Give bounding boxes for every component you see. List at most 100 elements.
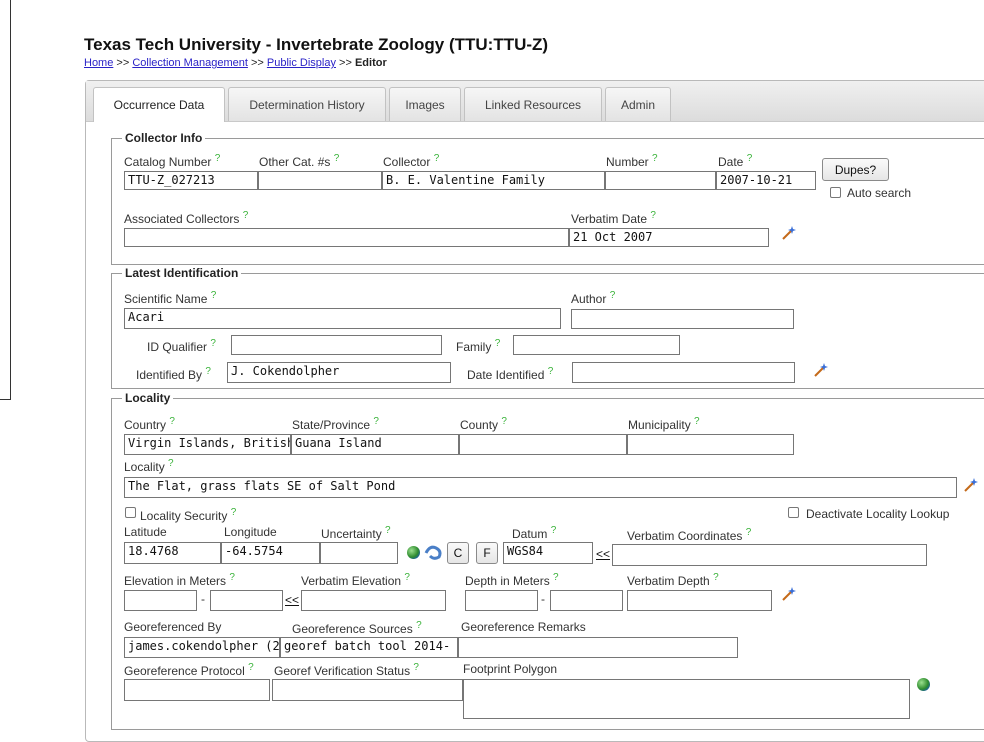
uncertainty-input[interactable] [320,542,398,564]
catalog-number-input[interactable]: TTU-Z_027213 [124,171,258,190]
georef-verification-input[interactable] [272,679,463,701]
tab-admin[interactable]: Admin [605,87,671,121]
georeference-remarks-input[interactable] [458,637,738,658]
verbatim-depth-input[interactable] [627,590,772,611]
locality-input[interactable]: The Flat, grass flats SE of Salt Pond [124,477,957,498]
auto-search-checkbox[interactable] [830,187,841,198]
magic-wand-icon[interactable] [962,477,978,493]
footprint-polygon-textarea[interactable] [463,679,910,719]
date-identified-input[interactable] [572,362,795,383]
date-label: Date ? [718,153,752,169]
help-icon[interactable]: ? [373,416,379,427]
help-icon[interactable]: ? [650,210,656,221]
deactivate-lookup-checkbox[interactable] [788,507,799,518]
help-icon[interactable]: ? [169,416,175,427]
copy-elevation-link[interactable]: << [285,593,299,607]
catalog-number-label: Catalog Number ? [124,153,220,169]
elevation-dash: - [201,592,205,606]
longitude-input[interactable]: -64.5754 [221,542,320,564]
state-province-input[interactable]: Guana Island [291,434,459,455]
label-text: Author [571,292,607,306]
dupes-button[interactable]: Dupes? [822,158,889,181]
help-icon[interactable]: ? [694,416,700,427]
verbatim-depth-label: Verbatim Depth ? [627,572,719,588]
number-input[interactable] [605,171,716,190]
collector-input[interactable]: B. E. Valentine Family [382,171,605,190]
elevation-min-input[interactable] [124,590,197,611]
breadcrumb-collection-management[interactable]: Collection Management [132,57,248,69]
locality-security-checkbox[interactable] [125,507,136,518]
verbatim-elevation-input[interactable] [301,590,446,611]
magic-wand-icon[interactable] [780,586,796,602]
geolocate-icon[interactable] [424,543,444,561]
help-icon[interactable]: ? [746,527,752,538]
globe-icon[interactable] [917,678,930,691]
help-icon[interactable]: ? [413,662,419,673]
identified-by-input[interactable]: J. Cokendolpher [227,362,451,383]
c-button[interactable]: C [447,542,469,564]
help-icon[interactable]: ? [205,366,211,377]
breadcrumb-public-display[interactable]: Public Display [267,57,336,69]
help-icon[interactable]: ? [248,662,254,673]
latitude-input[interactable]: 18.4768 [124,542,221,564]
help-icon[interactable]: ? [495,338,501,349]
author-label: Author ? [571,290,615,306]
municipality-input[interactable] [627,434,794,455]
help-icon[interactable]: ? [501,416,507,427]
help-icon[interactable]: ? [548,366,554,377]
help-icon[interactable]: ? [747,153,753,164]
tab-determination-history[interactable]: Determination History [228,87,386,121]
georeferenced-by-input[interactable]: james.cokendolpher (20 [124,637,280,658]
help-icon[interactable]: ? [231,507,237,518]
georef-verification-label: Georef Verification Status ? [274,662,419,678]
help-icon[interactable]: ? [551,525,557,536]
magic-wand-icon[interactable] [780,225,796,241]
help-icon[interactable]: ? [385,525,391,536]
tab-images[interactable]: Images [389,87,461,121]
breadcrumb: Home >> Collection Management >> Public … [84,57,387,69]
help-icon[interactable]: ? [652,153,658,164]
help-icon[interactable]: ? [434,153,440,164]
magic-wand-icon[interactable] [812,362,828,378]
county-input[interactable] [459,434,627,455]
help-icon[interactable]: ? [243,210,249,221]
depth-max-input[interactable] [550,590,623,611]
country-input[interactable]: Virgin Islands, British [124,434,291,455]
verbatim-coordinates-input[interactable] [612,544,927,566]
tab-occurrence-data[interactable]: Occurrence Data [93,87,225,122]
label-text: Collector [383,155,431,169]
georeference-protocol-input[interactable] [124,679,270,701]
help-icon[interactable]: ? [404,572,410,583]
datum-input[interactable]: WGS84 [503,542,593,564]
label-text: Scientific Name [124,292,208,306]
globe-icon[interactable] [407,546,420,559]
family-input[interactable] [513,335,680,355]
id-qualifier-input[interactable] [231,335,442,355]
help-icon[interactable]: ? [334,153,340,164]
breadcrumb-home[interactable]: Home [84,57,113,69]
help-icon[interactable]: ? [553,572,559,583]
elevation-max-input[interactable] [210,590,283,611]
help-icon[interactable]: ? [168,458,174,469]
help-icon[interactable]: ? [210,338,216,349]
help-icon[interactable]: ? [416,620,422,631]
depth-min-input[interactable] [465,590,538,611]
author-input[interactable] [571,309,794,329]
georeference-sources-input[interactable]: georef batch tool 2014- [280,637,458,658]
help-icon[interactable]: ? [229,572,235,583]
help-icon[interactable]: ? [215,153,221,164]
georeference-remarks-label: Georeference Remarks [461,620,586,634]
verbatim-date-input[interactable]: 21 Oct 2007 [569,228,769,247]
f-button[interactable]: F [476,542,498,564]
associated-collectors-input[interactable] [124,228,569,247]
copy-coordinates-link[interactable]: << [596,547,610,561]
help-icon[interactable]: ? [211,290,217,301]
label-text: Datum [512,527,548,541]
other-cat-input[interactable] [258,171,382,190]
scientific-name-input[interactable]: Acari [124,308,561,329]
help-icon[interactable]: ? [713,572,719,583]
tab-linked-resources[interactable]: Linked Resources [464,87,602,121]
date-input[interactable]: 2007-10-21 [716,171,816,190]
help-icon[interactable]: ? [610,290,616,301]
collector-info-legend: Collector Info [122,131,206,145]
